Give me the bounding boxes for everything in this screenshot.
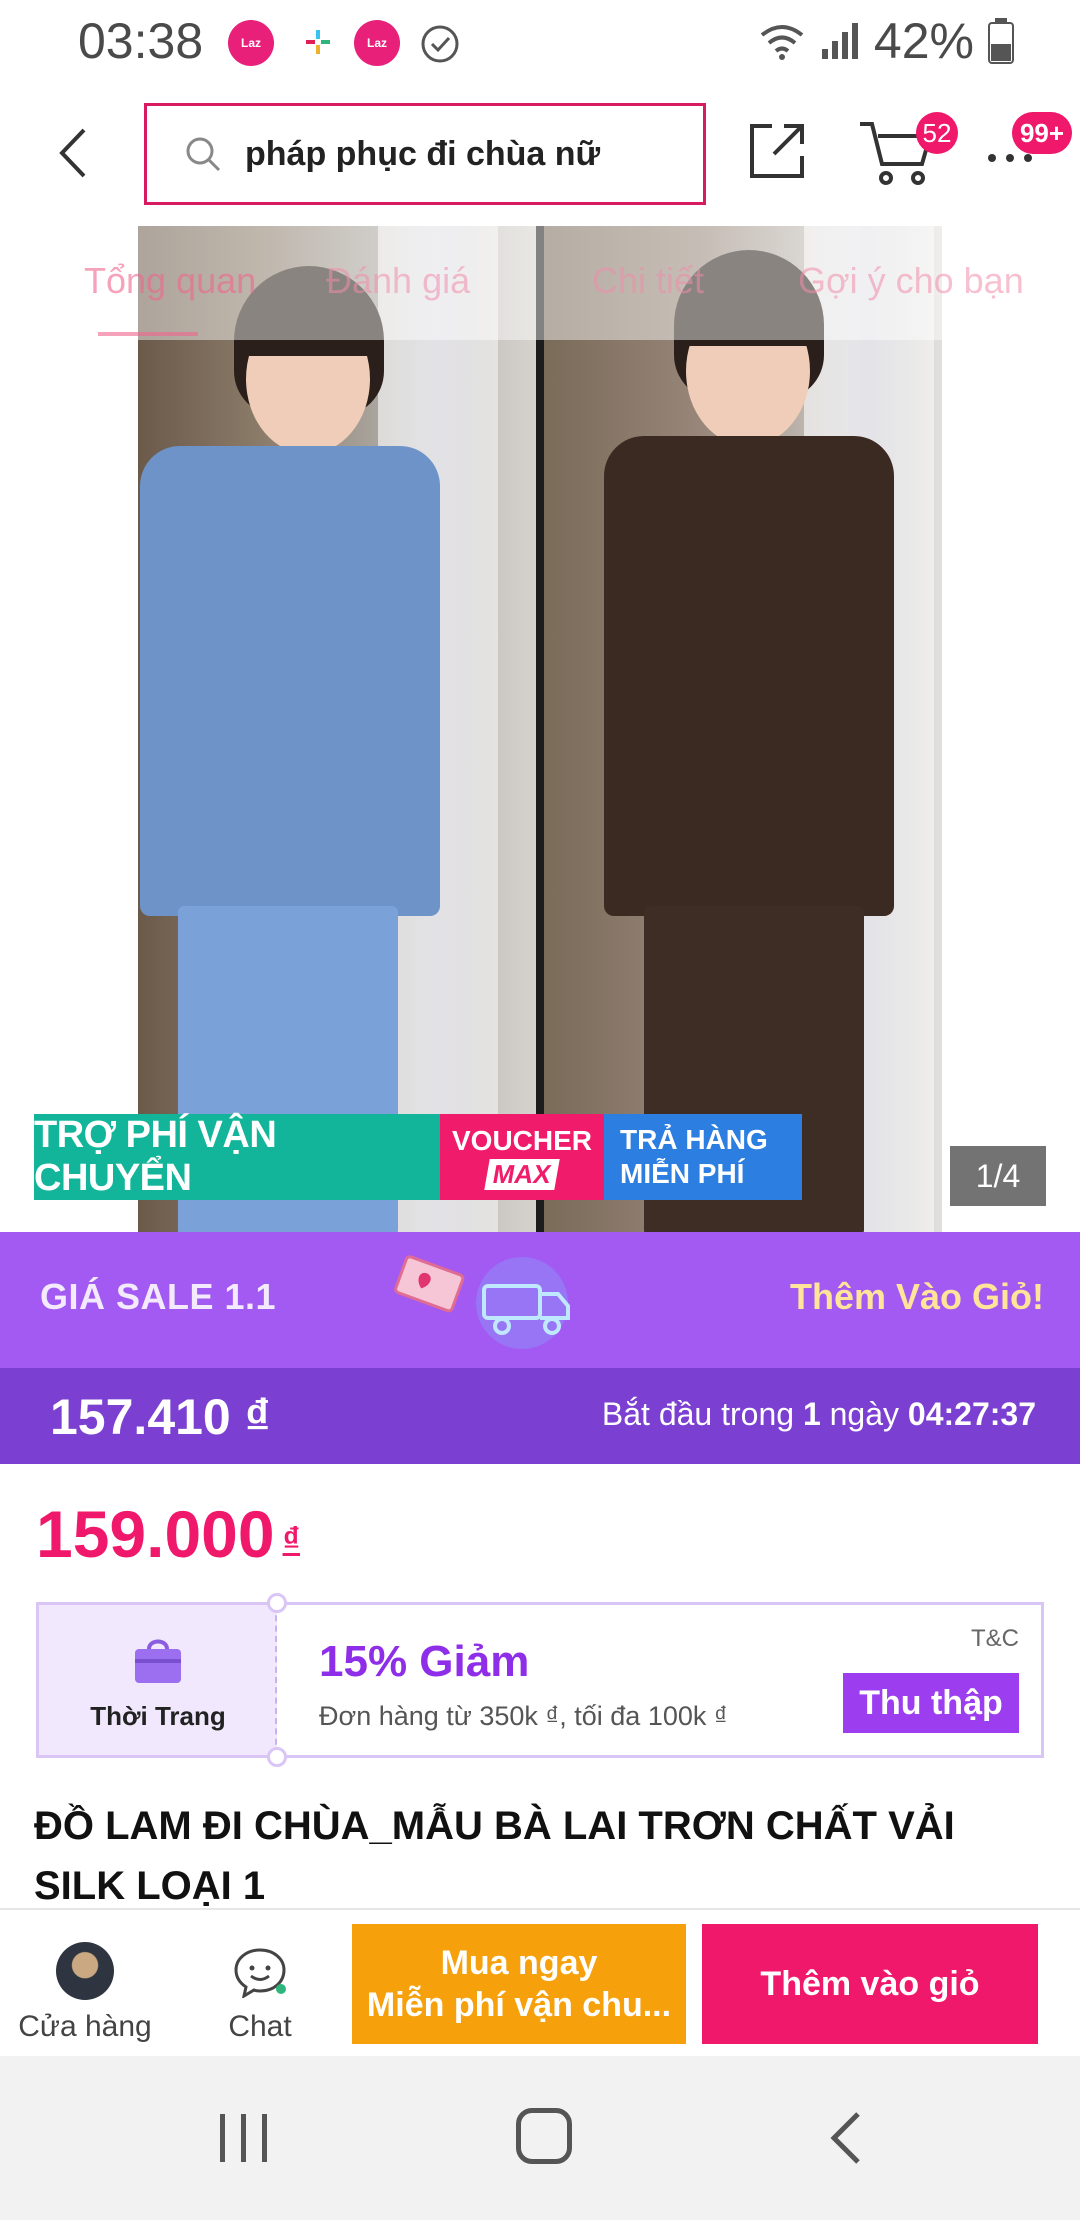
promo-voucher-line2: MAX	[484, 1158, 560, 1190]
photo-divider	[536, 226, 544, 1232]
voucher-discount: 15% Giảm	[319, 1637, 530, 1686]
blue-top	[140, 446, 440, 916]
product-photo-blue	[138, 226, 536, 1232]
notification-count-badge: 99+	[1012, 112, 1072, 154]
status-right-group: 42%	[758, 12, 1014, 70]
tab-reviews[interactable]: Đánh giá	[326, 260, 470, 302]
check-circle-icon	[421, 25, 459, 63]
battery-percent: 42%	[873, 13, 974, 69]
voucher-notch	[267, 1593, 287, 1613]
sale-price: 157.410 ₫	[50, 1389, 271, 1445]
product-photo-brown	[544, 226, 942, 1232]
price-currency: ₫	[282, 1521, 301, 1559]
signal-icon	[821, 23, 858, 59]
product-price: 159.000 ₫	[36, 1496, 300, 1572]
store-button[interactable]: Cửa hàng	[0, 1910, 170, 2058]
promo-return-line1: TRẢ HÀNG	[620, 1124, 768, 1155]
chat-icon	[234, 1948, 286, 1998]
countdown-days: 1	[802, 1396, 821, 1432]
home-icon[interactable]	[516, 2108, 572, 2164]
tab-recommendations[interactable]: Gợi ý cho bạn	[798, 260, 1024, 302]
tab-overview[interactable]: Tổng quan	[84, 260, 256, 302]
voucher-conditions: Đơn hàng từ 350k ₫, tối đa 100k ₫	[319, 1701, 728, 1731]
buy-now-label: Mua ngay	[440, 1944, 598, 1982]
voucher-terms-link[interactable]: T&C	[971, 1625, 1019, 1653]
recent-apps-icon[interactable]	[216, 2112, 272, 2164]
status-time: 03:38	[78, 13, 204, 69]
promo-return-line2: MIỄN PHÍ	[620, 1158, 745, 1189]
countdown-prefix: Bắt đầu trong	[601, 1396, 795, 1432]
tab-details[interactable]: Chi tiết	[592, 260, 704, 302]
store-label: Cửa hàng	[18, 2010, 152, 2043]
voucher-card: Thời Trang 15% Giảm Đơn hàng từ 350k ₫, …	[36, 1593, 1044, 1767]
promo-voucher-badge: VOUCHER MAX	[440, 1114, 604, 1200]
chat-label: Chat	[228, 2010, 292, 2043]
search-icon	[186, 137, 221, 172]
active-tab-indicator	[98, 332, 198, 336]
sale-title: GIÁ SALE 1.1	[40, 1276, 277, 1317]
search-input[interactable]: pháp phục đi chùa nữ	[144, 103, 706, 205]
lazada-app-icon: Laz	[228, 20, 274, 66]
price-value: 159.000	[36, 1497, 275, 1571]
buy-now-sublabel: Miễn phí vận chu...	[366, 1986, 672, 2024]
voucher-notch	[267, 1747, 287, 1767]
cart-count-badge: 52	[916, 112, 958, 154]
promo-voucher-line1: VOUCHER	[451, 1124, 592, 1156]
flash-sale-price-bar: 157.410 ₫ Bắt đầu trong 1 ngày 04:27:37	[0, 1368, 1080, 1464]
app-icon-label: Laz	[240, 36, 261, 50]
bottom-action-bar: Cửa hàng Chat Mua ngay Miễn phí vận chu.…	[0, 1908, 1080, 2056]
voucher-category-panel: Thời Trang	[39, 1605, 277, 1755]
system-nav-bar	[0, 2056, 1080, 2220]
battery-icon	[988, 18, 1014, 64]
collect-voucher-button[interactable]: Thu thập	[843, 1673, 1019, 1733]
promo-return-badge: TRẢ HÀNG MIỄN PHÍ	[604, 1114, 802, 1200]
brown-top	[604, 436, 894, 916]
flash-sale-banner[interactable]: GIÁ SALE 1.1 Thêm Vào Giỏ!	[0, 1232, 1080, 1368]
countdown-unit: ngày	[829, 1396, 900, 1432]
header: pháp phục đi chùa nữ 52 99+	[0, 88, 1080, 226]
app-icon-label: Laz	[366, 36, 387, 50]
sale-add-to-cart[interactable]: Thêm Vào Giỏ!	[790, 1276, 1044, 1318]
section-tabs: Tổng quan Đánh giá Chi tiết Gợi ý cho bạ…	[0, 226, 1080, 340]
sale-countdown: Bắt đầu trong 1 ngày 04:27:37	[602, 1396, 1036, 1433]
chat-button[interactable]: Chat	[200, 1910, 320, 2058]
back-arrow-icon[interactable]	[44, 118, 104, 188]
delivery-truck-icon	[394, 1255, 570, 1349]
product-title: ĐỒ LAM ĐI CHÙA_MẪU BÀ LAI TRƠN CHẤT VẢI …	[34, 1804, 955, 1908]
promo-strip: TRỢ PHÍ VẬN CHUYỂN VOUCHER MAX TRẢ HÀNG …	[34, 1114, 802, 1200]
voucher-category: Thời Trang	[90, 1701, 226, 1731]
image-page-indicator: 1/4	[950, 1146, 1046, 1206]
lazada-app-icon: Laz	[354, 20, 400, 66]
share-icon[interactable]	[746, 118, 810, 182]
add-to-cart-button[interactable]: Thêm vào giỏ	[702, 1924, 1038, 2044]
wifi-icon	[760, 25, 804, 60]
product-image-gallery[interactable]: Tổng quan Đánh giá Chi tiết Gợi ý cho bạ…	[0, 226, 1080, 1232]
search-query: pháp phục đi chùa nữ	[245, 134, 601, 173]
status-bar: 03:38 Laz Laz 42%	[0, 0, 1080, 88]
countdown-time: 04:27:37	[907, 1396, 1036, 1432]
store-avatar	[56, 1942, 114, 2000]
shopping-bag-icon	[135, 1639, 181, 1683]
buy-now-button[interactable]: Mua ngay Miễn phí vận chu...	[352, 1924, 686, 2044]
nav-back-icon[interactable]	[826, 2110, 866, 2166]
promo-shipping-badge: TRỢ PHÍ VẬN CHUYỂN	[34, 1114, 440, 1200]
slack-icon	[306, 30, 330, 54]
